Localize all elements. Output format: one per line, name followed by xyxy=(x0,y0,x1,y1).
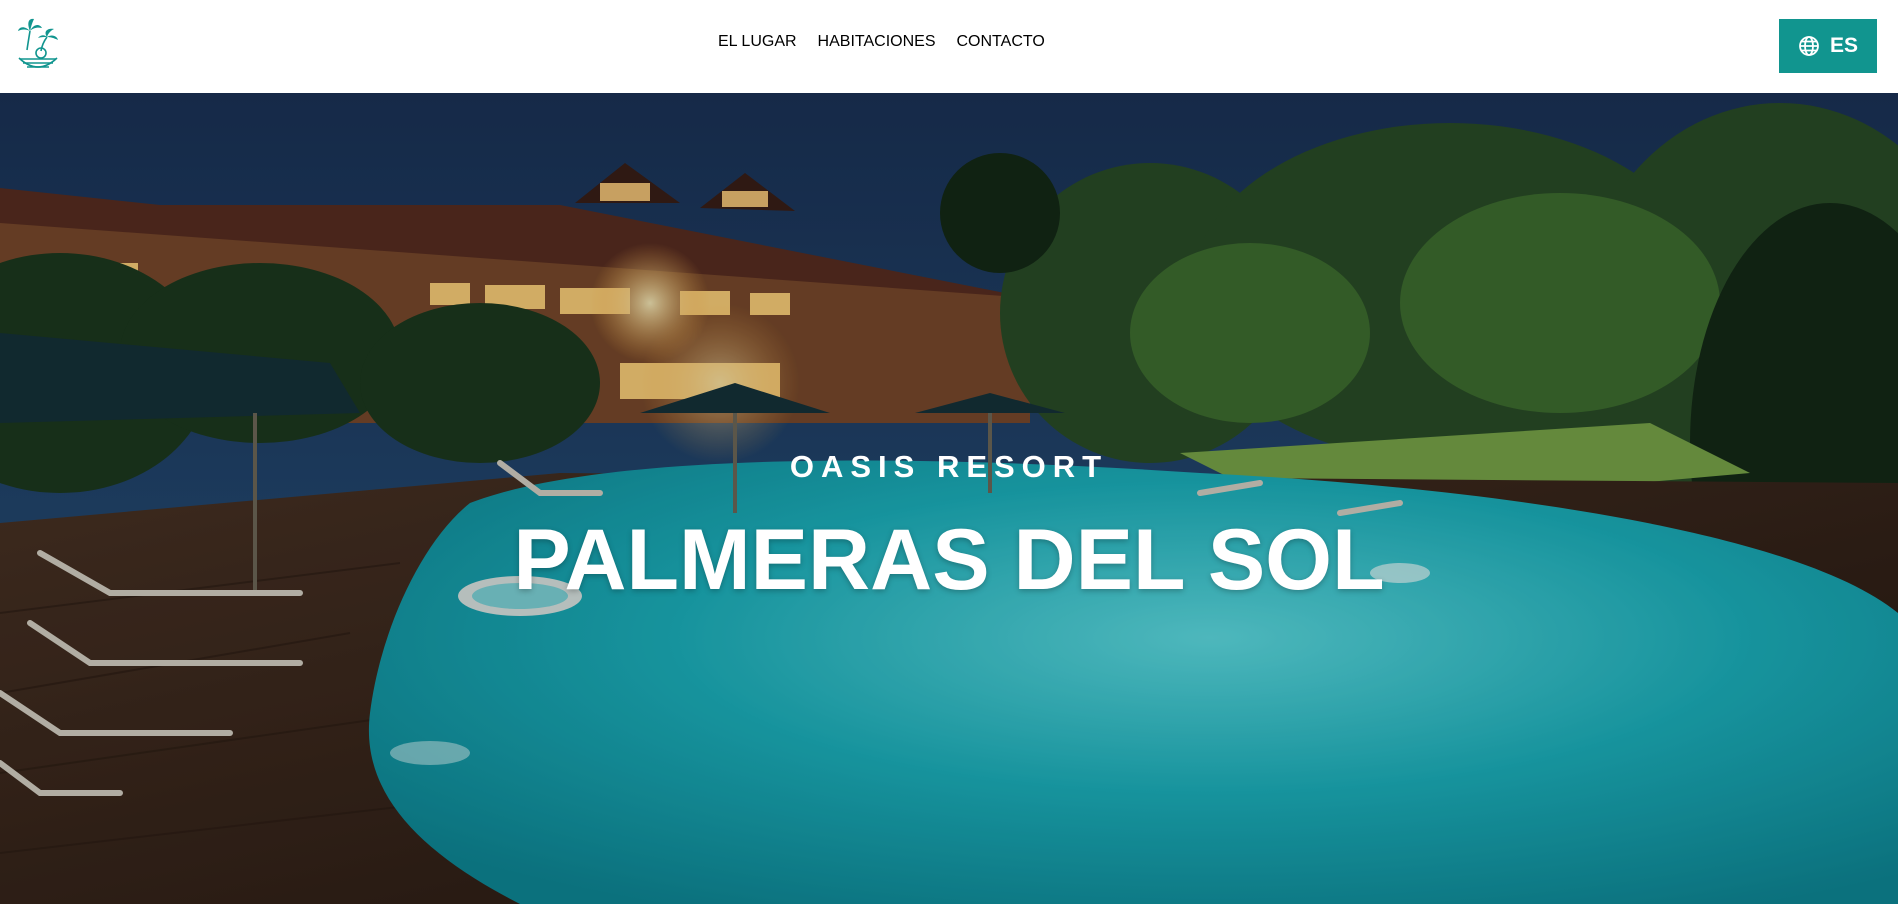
hero-title: PALMERAS DEL SOL xyxy=(513,512,1385,608)
site-header: EL LUGAR HABITACIONES CONTACTO ES xyxy=(0,0,1898,93)
hero-eyebrow: OASIS RESORT xyxy=(789,449,1109,484)
palm-logo-icon xyxy=(18,18,58,68)
main-nav: EL LUGAR HABITACIONES CONTACTO xyxy=(718,33,1045,51)
nav-habitaciones[interactable]: HABITACIONES xyxy=(818,33,936,51)
hero-background-image xyxy=(0,93,1898,904)
language-label: ES xyxy=(1829,34,1858,57)
nav-contacto[interactable]: CONTACTO xyxy=(957,33,1045,51)
language-selector-button[interactable]: ES xyxy=(1779,19,1877,73)
palm-island-logo[interactable] xyxy=(16,17,60,71)
globe-icon xyxy=(1799,36,1819,56)
nav-el-lugar[interactable]: EL LUGAR xyxy=(718,33,797,51)
hero-section: OASIS RESORT PALMERAS DEL SOL xyxy=(0,93,1898,904)
